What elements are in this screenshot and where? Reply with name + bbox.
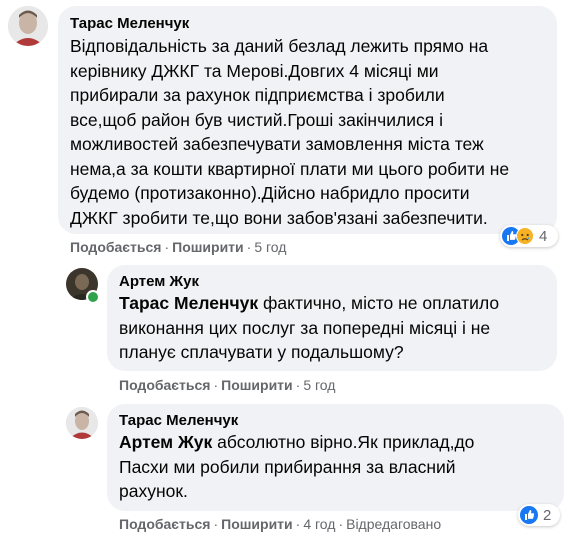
comment-text-line: Тарас Меленчук фактично, місто не оплати… [119,291,545,316]
online-status-indicator [86,290,100,304]
comment-text-line: рахунок. [119,481,188,501]
reaction-summary[interactable]: 2 [518,504,560,526]
comment-text-line: планує сплачувати у подальшому? [119,342,404,362]
comment-text-line: виконання цих послуг за попередні місяці… [119,317,491,338]
mention-link[interactable]: Артем Жук [119,432,212,452]
timestamp[interactable]: 5 год [254,239,286,255]
comment-text-line: Відповідальність за даний безлад лежить … [70,36,489,56]
edited-label: Відредаговано [346,516,442,532]
comment-author[interactable]: Артем Жук [119,273,545,290]
comment-text-line: будемо (протизаконно).Дійсно набридло пр… [70,183,470,203]
comment-text-line: керівнику ДЖКГ та Мерові.Довгих 4 місяці… [70,60,439,81]
comment-text-line: нема,а за кошти квартирної плати ми цьог… [70,158,510,179]
mention-link[interactable]: Тарас Меленчук [119,293,258,313]
comment-bubble: Тарас Меленчук Відповідальність за даний… [58,6,557,234]
avatar[interactable] [8,6,48,46]
comment-actions: Подобається · Поширити · 5 год [70,239,286,255]
comment-text-line: все,щоб район був чистий.Гроші закінчили… [70,109,443,130]
like-button[interactable]: Подобається [70,239,161,255]
comment-author[interactable]: Тарас Меленчук [119,412,552,429]
comment-text: фактично, місто не оплатило [263,293,500,313]
share-button[interactable]: Поширити [221,516,293,532]
separator: · [295,377,301,393]
comment-actions: Подобається · Поширити · 4 год · Відредаговано [119,516,441,532]
reaction-count: 4 [539,227,548,245]
comment-text-line: можливостей забезпечувати замовлення міс… [70,134,484,154]
reaction-summary[interactable]: 4 [500,225,558,247]
like-reaction-icon [520,506,538,524]
timestamp[interactable]: 4 год [303,516,335,532]
comment-text: абсолютно вірно.Як приклад,до [217,432,475,452]
like-button[interactable]: Подобається [119,377,210,393]
comment-bubble: Артем Жук Тарас Меленчук фактично, місто… [107,265,557,371]
avatar[interactable] [66,407,98,439]
reaction-count: 2 [543,506,552,524]
like-button[interactable]: Подобається [119,516,210,532]
comment-bubble: Тарас Меленчук Артем Жук абсолютно вірно… [107,404,564,511]
share-button[interactable]: Поширити [172,239,244,255]
comment-text-line: прибирали за рахунок підприємства і зроб… [70,85,445,105]
share-button[interactable]: Поширити [221,377,293,393]
separator: · [213,516,219,532]
separator: · [213,377,219,393]
separator: · [338,516,344,532]
separator: · [246,239,252,255]
sad-reaction-icon [516,227,534,245]
comment-author[interactable]: Тарас Меленчук [70,15,545,32]
timestamp[interactable]: 5 год [303,377,335,393]
separator: · [295,516,301,532]
separator: · [164,239,170,255]
comment-text-line: Артем Жук абсолютно вірно.Як приклад,до [119,430,552,455]
comment-actions: Подобається · Поширити · 5 год [119,377,335,393]
comment-text-line: Пасхи ми робили прибирання за власний [119,456,456,477]
comment-text-line: ДЖКГ зробити те,що вони забов'язані забе… [70,207,488,228]
